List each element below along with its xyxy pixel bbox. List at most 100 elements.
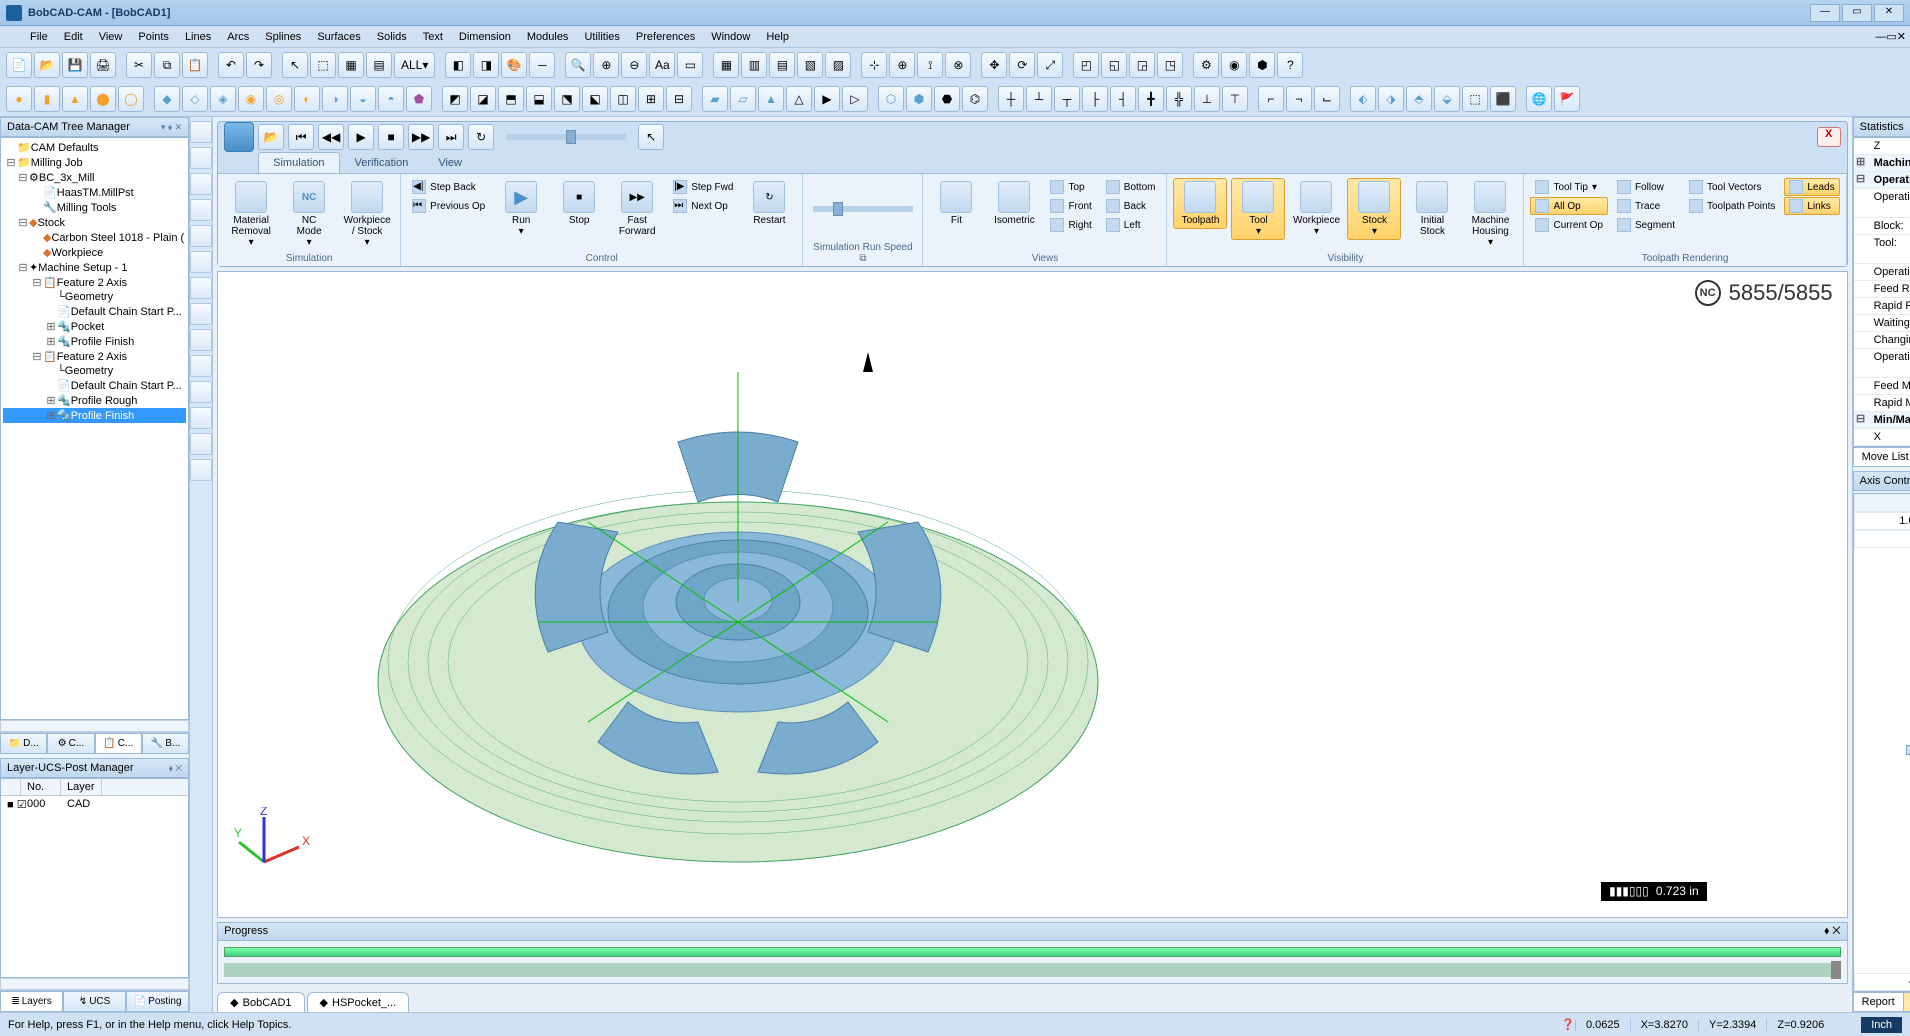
btn-tool-vectors[interactable]: Tool Vectors bbox=[1684, 178, 1780, 196]
tb-paste[interactable]: 📋 bbox=[182, 52, 208, 78]
atab-report[interactable]: Report bbox=[1853, 993, 1904, 1012]
tb-cut[interactable]: ✂ bbox=[126, 52, 152, 78]
rib-qat-5[interactable]: ■ bbox=[378, 124, 404, 150]
btn-workpiece[interactable]: Workpiece ▾ bbox=[1289, 178, 1343, 240]
minimize-button[interactable]: — bbox=[1810, 4, 1840, 22]
rib-qat-3[interactable]: ◀◀ bbox=[318, 124, 344, 150]
tree-profiler[interactable]: ⊞🔩 Profile Rough bbox=[3, 393, 186, 408]
tb-g2[interactable]: ▥ bbox=[741, 52, 767, 78]
tree-stockmat[interactable]: ◆ Carbon Steel 1018 - Plain ( bbox=[3, 230, 186, 245]
layer-panel-controls[interactable]: ⬧ ✕ bbox=[169, 763, 182, 774]
tb-m8[interactable]: ⊞ bbox=[638, 86, 664, 112]
tb-move[interactable]: ✥ bbox=[981, 52, 1007, 78]
tb-p7[interactable]: ╬ bbox=[1166, 86, 1192, 112]
tb-zoom2[interactable]: ⊕ bbox=[593, 52, 619, 78]
vt-4[interactable] bbox=[190, 199, 212, 221]
tb-globe[interactable]: 🌐 bbox=[1526, 86, 1552, 112]
layer-scroll[interactable] bbox=[0, 978, 189, 990]
tb-cone[interactable]: ▲ bbox=[62, 86, 88, 112]
menu-edit[interactable]: Edit bbox=[56, 29, 91, 45]
tb-line[interactable]: ─ bbox=[529, 52, 555, 78]
rib-qat-8[interactable]: ↻ bbox=[468, 124, 494, 150]
tb-m1[interactable]: ◩ bbox=[442, 86, 468, 112]
tb-n5[interactable]: ▶ bbox=[814, 86, 840, 112]
tb-r6[interactable]: ⬛ bbox=[1490, 86, 1516, 112]
tb-o3[interactable]: ⬣ bbox=[934, 86, 960, 112]
tb-s2[interactable]: ◇ bbox=[182, 86, 208, 112]
qat-slider[interactable] bbox=[506, 134, 626, 140]
tb-copy[interactable]: ⧉ bbox=[154, 52, 180, 78]
tree-geom1[interactable]: └ Geometry bbox=[3, 290, 186, 304]
tb-q3[interactable]: ⌙ bbox=[1314, 86, 1340, 112]
tb-p8[interactable]: ⊥ bbox=[1194, 86, 1220, 112]
btn-toolpath-points[interactable]: Toolpath Points bbox=[1684, 197, 1780, 215]
stat-minmax-hdr[interactable]: ⊟Min/Max bbox=[1854, 412, 1910, 429]
vt-10[interactable] bbox=[190, 355, 212, 377]
vt-5[interactable] bbox=[190, 225, 212, 247]
btn-fit[interactable]: Fit bbox=[929, 178, 983, 229]
vt-6[interactable] bbox=[190, 251, 212, 273]
tb-all-dropdown[interactable]: ALL ▾ bbox=[394, 52, 435, 78]
tree-scroll[interactable] bbox=[0, 720, 189, 732]
menu-preferences[interactable]: Preferences bbox=[628, 29, 703, 45]
tb-snap4[interactable]: ⊗ bbox=[945, 52, 971, 78]
tree-profilef2-selected[interactable]: ⊞🔩 Profile Finish bbox=[3, 408, 186, 423]
tb-p2[interactable]: ┴ bbox=[1026, 86, 1052, 112]
ltab-1[interactable]: ⚙ C... bbox=[47, 733, 94, 754]
tb-select2[interactable]: ⬚ bbox=[310, 52, 336, 78]
btn-run[interactable]: ▶Run ▾ bbox=[494, 178, 548, 240]
tb-snap3[interactable]: ⟟ bbox=[917, 52, 943, 78]
ribbon-tab-simulation[interactable]: Simulation bbox=[258, 152, 339, 173]
tb-o2[interactable]: ⬢ bbox=[906, 86, 932, 112]
btn-current-op[interactable]: Current Op bbox=[1530, 216, 1607, 234]
tb-color[interactable]: 🎨 bbox=[501, 52, 527, 78]
tb-v4[interactable]: ◳ bbox=[1157, 52, 1183, 78]
tb-o1[interactable]: ⬡ bbox=[878, 86, 904, 112]
menu-text[interactable]: Text bbox=[415, 29, 451, 45]
tree-tools[interactable]: 🔧 Milling Tools bbox=[3, 200, 186, 215]
tree-stock[interactable]: ⊟◆ Stock bbox=[3, 215, 186, 230]
stat-operation-hdr[interactable]: ⊟Operation bbox=[1854, 172, 1910, 189]
atab-cutsim[interactable]: CutSim bbox=[1903, 993, 1910, 1012]
tb-snap1[interactable]: ⊹ bbox=[861, 52, 887, 78]
btn-nc-mode[interactable]: NCNCMode ▾ bbox=[282, 178, 336, 251]
menu-lines[interactable]: Lines bbox=[177, 29, 219, 45]
btn-workpiece-stock[interactable]: Workpiece/ Stock ▾ bbox=[340, 178, 394, 251]
doc-restore[interactable]: ▭ bbox=[1886, 30, 1896, 43]
tb-new[interactable]: 📄 bbox=[6, 52, 32, 78]
stat-machine-angles[interactable]: ⊞Machine Angles bbox=[1854, 155, 1910, 172]
tb-m3[interactable]: ⬒ bbox=[498, 86, 524, 112]
tb-n2[interactable]: ▱ bbox=[730, 86, 756, 112]
tb-flag[interactable]: 🚩 bbox=[1554, 86, 1580, 112]
tb-select[interactable]: ↖ bbox=[282, 52, 308, 78]
tb-scale[interactable]: ⤢ bbox=[1037, 52, 1063, 78]
tree-milling-job[interactable]: ⊟📁 Milling Job bbox=[3, 155, 186, 170]
tree-chain2[interactable]: 📄 Default Chain Start P... bbox=[3, 378, 186, 393]
btn-bottom[interactable]: Bottom bbox=[1101, 178, 1161, 196]
tb-n3[interactable]: ▲ bbox=[758, 86, 784, 112]
tb-zoom1[interactable]: 🔍 bbox=[565, 52, 591, 78]
tb-g4[interactable]: ▧ bbox=[797, 52, 823, 78]
cam-tree[interactable]: 📁 CAM Defaults ⊟📁 Milling Job ⊟⚙ BC_3x_M… bbox=[0, 137, 189, 720]
btn-step-fwd[interactable]: |▶Step Fwd bbox=[668, 178, 738, 196]
ribbon-close[interactable]: X bbox=[1817, 127, 1841, 147]
tb-box[interactable]: ▮ bbox=[34, 86, 60, 112]
doc-minimize[interactable]: — bbox=[1875, 31, 1886, 43]
tb-redo[interactable]: ↷ bbox=[246, 52, 272, 78]
rib-qat-2[interactable]: ⏮ bbox=[288, 124, 314, 150]
vt-1[interactable] bbox=[190, 121, 212, 143]
btn-right[interactable]: Right bbox=[1045, 216, 1096, 234]
btn-leads[interactable]: Leads bbox=[1784, 178, 1839, 196]
tb-n4[interactable]: △ bbox=[786, 86, 812, 112]
tb-q1[interactable]: ⌐ bbox=[1258, 86, 1284, 112]
tree-panel-controls[interactable]: ▾ ⬧ ✕ bbox=[161, 122, 182, 133]
tb-snap2[interactable]: ⊕ bbox=[889, 52, 915, 78]
progress-scrub[interactable] bbox=[224, 963, 1840, 977]
vt-2[interactable] bbox=[190, 147, 212, 169]
tb-s9[interactable]: ◓ bbox=[378, 86, 404, 112]
vt-3[interactable] bbox=[190, 173, 212, 195]
btn-back[interactable]: Back bbox=[1101, 197, 1161, 215]
tb-n6[interactable]: ▷ bbox=[842, 86, 868, 112]
progress-controls[interactable]: ⬧ ✕ bbox=[1824, 925, 1840, 938]
btn-toolpath[interactable]: Toolpath bbox=[1173, 178, 1227, 229]
